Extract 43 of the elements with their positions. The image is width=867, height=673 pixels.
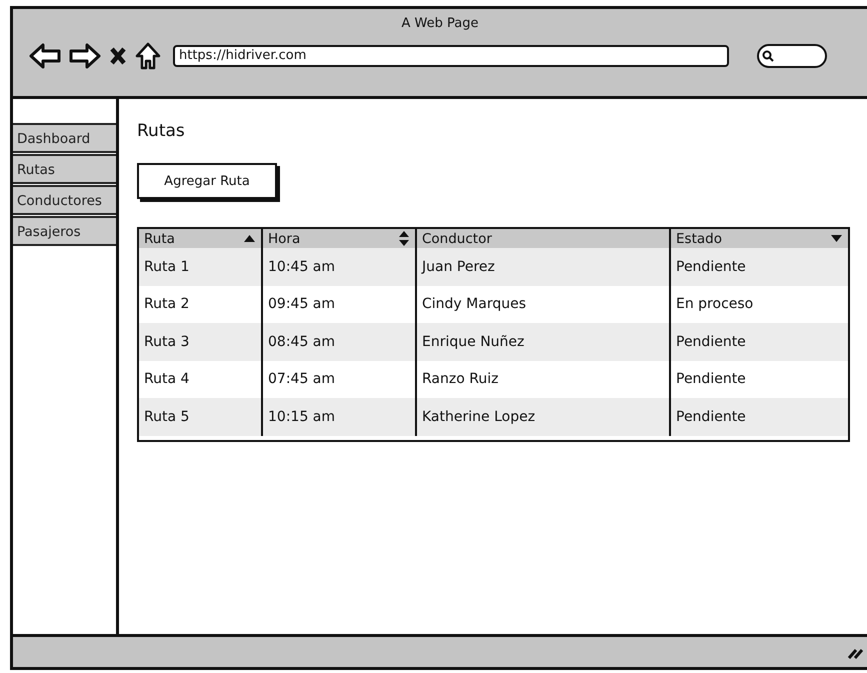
search-icon bbox=[762, 50, 774, 62]
home-icon[interactable] bbox=[135, 42, 161, 70]
column-label: Ruta bbox=[144, 230, 175, 246]
sidebar-item[interactable]: Conductores bbox=[13, 185, 116, 215]
table-cell: Pendiente bbox=[669, 398, 848, 436]
sidebar-item[interactable]: Rutas bbox=[13, 154, 116, 184]
column-header[interactable]: Ruta bbox=[139, 229, 261, 248]
url-field[interactable]: https://hidriver.com bbox=[173, 45, 729, 67]
close-icon[interactable] bbox=[109, 46, 127, 66]
table-cell: Enrique Nuñez bbox=[415, 323, 669, 360]
column-label: Estado bbox=[676, 230, 722, 246]
table-cell: 07:45 am bbox=[261, 360, 415, 398]
sort-icon[interactable] bbox=[399, 231, 409, 246]
column-label: Conductor bbox=[422, 230, 492, 246]
table-cell: 09:45 am bbox=[261, 286, 415, 323]
column-header[interactable]: Hora bbox=[261, 229, 415, 248]
table-cell: 10:15 am bbox=[261, 398, 415, 436]
search-field[interactable] bbox=[757, 44, 827, 68]
table-cell: Pendiente bbox=[669, 323, 848, 360]
window-title: A Web Page bbox=[400, 15, 480, 32]
sidebar-item[interactable]: Dashboard bbox=[13, 123, 116, 153]
add-route-button[interactable]: Agregar Ruta bbox=[137, 163, 277, 199]
back-icon[interactable] bbox=[29, 43, 61, 69]
table-cell: Pendiente bbox=[669, 248, 848, 286]
table-cell: Ruta 1 bbox=[139, 248, 261, 286]
table-cell: Ruta 3 bbox=[139, 323, 261, 360]
sidebar-item[interactable]: Pasajeros bbox=[13, 216, 116, 246]
sort-ascending-icon[interactable] bbox=[244, 235, 255, 242]
column-header[interactable]: Conductor bbox=[415, 229, 669, 248]
sort-descending-icon[interactable] bbox=[831, 235, 842, 242]
column-label: Hora bbox=[268, 230, 300, 246]
table-cell: 08:45 am bbox=[261, 323, 415, 360]
table-cell: Ranzo Ruiz bbox=[415, 360, 669, 398]
table-cell: Juan Perez bbox=[415, 248, 669, 286]
table-cell: Cindy Marques bbox=[415, 286, 669, 323]
column-header[interactable]: Estado bbox=[669, 229, 848, 248]
table-cell: Ruta 5 bbox=[139, 398, 261, 436]
table-cell: Pendiente bbox=[669, 360, 848, 398]
table-cell: En proceso bbox=[669, 286, 848, 323]
table-cell: Katherine Lopez bbox=[415, 398, 669, 436]
forward-icon[interactable] bbox=[69, 43, 101, 69]
page-heading: Rutas bbox=[137, 121, 186, 141]
table-cell: 10:45 am bbox=[261, 248, 415, 286]
